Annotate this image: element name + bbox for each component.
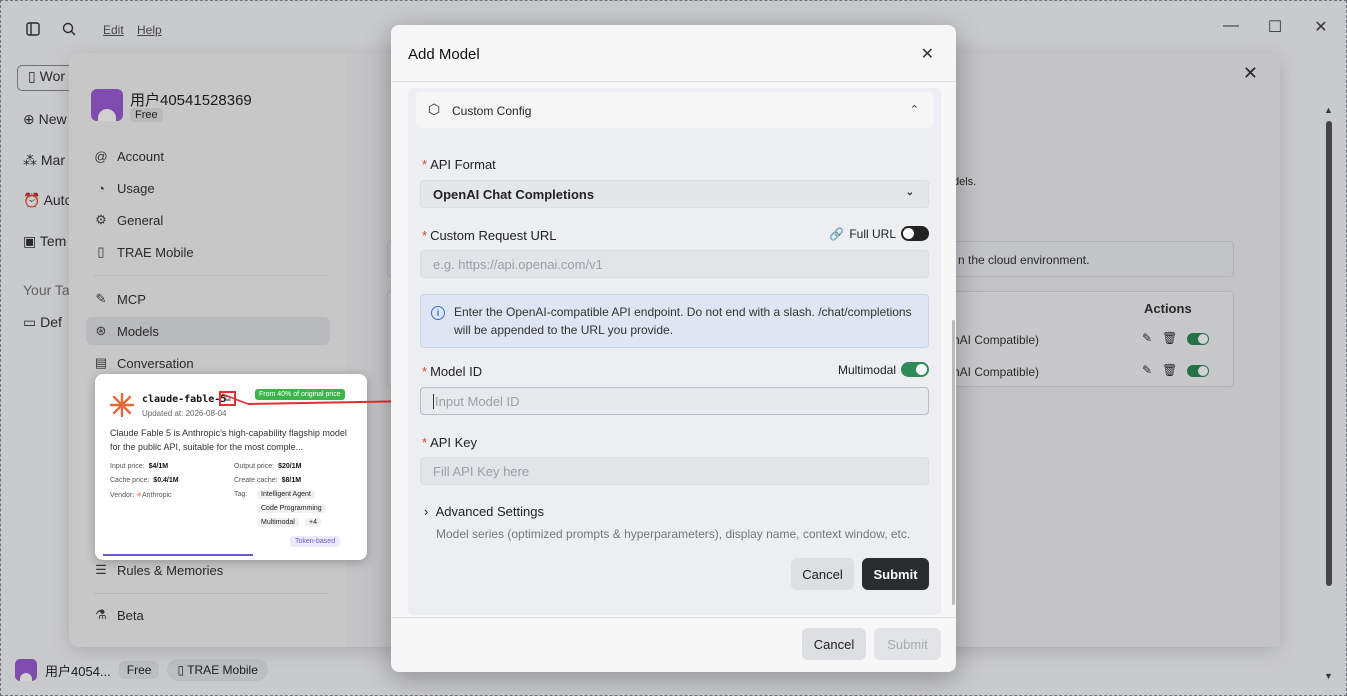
api-format-select[interactable]: OpenAI Chat Completions ⌄ [420, 180, 929, 208]
output-price-value: $20/1M [278, 463, 302, 470]
multimodal-label: Multimodal [837, 362, 896, 377]
vendor-label: Vendor: [110, 492, 135, 499]
output-price-label: Output price: [234, 463, 275, 470]
advanced-settings-description: Model series (optimized prompts & hyperp… [436, 527, 911, 541]
card-progress [103, 554, 253, 556]
api-format-label-text: API Format [430, 157, 496, 172]
tag-label: Tag: [234, 491, 248, 498]
submit-button[interactable]: Submit [862, 558, 929, 590]
model-card-updated: Updated at: 2026-08-04 [142, 409, 227, 418]
create-cache-label: Create cache: [234, 477, 278, 484]
output-price: Output price: $20/1M [234, 463, 301, 470]
model-card-description: Claude Fable 5 is Anthropic's high-capab… [110, 428, 347, 452]
url-info-text: Enter the OpenAI-compatible API endpoint… [454, 305, 912, 337]
vendor: Vendor: ✳Anthropic [110, 491, 172, 499]
full-url-label: Full URL [849, 226, 896, 241]
anthropic-logo-icon [109, 392, 135, 420]
footer-cancel-button[interactable]: Cancel [802, 628, 866, 660]
vendor-value: Anthropic [141, 492, 172, 499]
cache-price-label: Cache price: [110, 477, 150, 484]
api-format-value: OpenAI Chat Completions [433, 186, 595, 202]
cube-icon: ⬡ [428, 101, 441, 117]
modal-scrollbar[interactable] [952, 320, 955, 605]
tag-chip: Multimodal [257, 518, 299, 527]
custom-url-label-text: Custom Request URL [430, 228, 557, 243]
modal-title: Add Model [408, 46, 480, 63]
chevron-down-icon: ⌄ [905, 187, 914, 198]
model-id-input[interactable]: Input Model ID [420, 387, 929, 415]
multimodal-control: Multimodal [838, 362, 929, 377]
cache-price-value: $0.4/1M [153, 477, 179, 484]
footer-submit-button[interactable]: Submit [874, 628, 941, 660]
tag-more-chip: +4 [305, 518, 321, 527]
input-price-value: $4/1M [148, 463, 169, 470]
billing-badge: Token-based [290, 536, 341, 547]
api-key-input[interactable]: Fill API Key here [420, 457, 929, 485]
custom-url-label: * Custom Request URL [422, 228, 557, 243]
info-icon: i [431, 306, 445, 320]
discount-badge: From 40% of original price [255, 389, 345, 400]
custom-config-section: ⬡ Custom Config ⌃ * API Format OpenAI Cha… [408, 88, 941, 615]
api-format-label: * API Format [422, 157, 496, 172]
copy-icon[interactable]: ⧉ [219, 391, 236, 406]
api-key-label: * API Key [422, 435, 478, 450]
cache-price: Cache price: $0.4/1M [110, 477, 179, 484]
custom-config-header[interactable]: ⬡ Custom Config ⌃ [416, 92, 933, 128]
create-cache-value: $8/1M [281, 477, 302, 484]
custom-config-title: Custom Config [452, 104, 532, 118]
full-url-toggle[interactable] [901, 226, 929, 241]
tag-chip: Code Programming [257, 504, 326, 513]
add-model-modal: Add Model ✕ ⬡ Custom Config ⌃ * API Forma… [391, 25, 956, 672]
modal-header: Add Model ✕ [391, 25, 956, 82]
model-card[interactable]: claude-fable-5 ⧉ Updated at: 2026-08-04 … [95, 374, 367, 560]
advanced-settings-label: Advanced Settings [435, 504, 544, 519]
tag-chip: Intelligent Agent [257, 490, 315, 499]
link-icon: 🔗 [829, 226, 845, 241]
url-info-box: i Enter the OpenAI-compatible API endpoi… [420, 294, 929, 348]
custom-url-input[interactable]: e.g. https://api.openai.com/v1 [420, 250, 929, 278]
modal-footer-divider [391, 617, 956, 618]
chevron-up-icon[interactable]: ⌃ [910, 103, 919, 116]
full-url-control: 🔗 Full URL [829, 226, 929, 241]
chevron-right-icon: › [424, 504, 429, 519]
input-price-label: Input price: [110, 463, 145, 470]
cancel-button[interactable]: Cancel [791, 558, 854, 590]
model-id-label-text: Model ID [430, 364, 483, 379]
api-key-label-text: API Key [430, 435, 478, 450]
model-card-name: claude-fable-5 [142, 394, 227, 405]
advanced-settings-toggle[interactable]: › Advanced Settings [424, 504, 544, 519]
model-id-label: * Model ID [422, 364, 483, 379]
create-cache-price: Create cache: $8/1M [234, 477, 301, 484]
model-id-placeholder: Input Model ID [433, 393, 520, 409]
multimodal-toggle[interactable] [901, 362, 929, 377]
close-icon[interactable]: ✕ [921, 44, 934, 64]
input-price: Input price: $4/1M [110, 463, 168, 470]
